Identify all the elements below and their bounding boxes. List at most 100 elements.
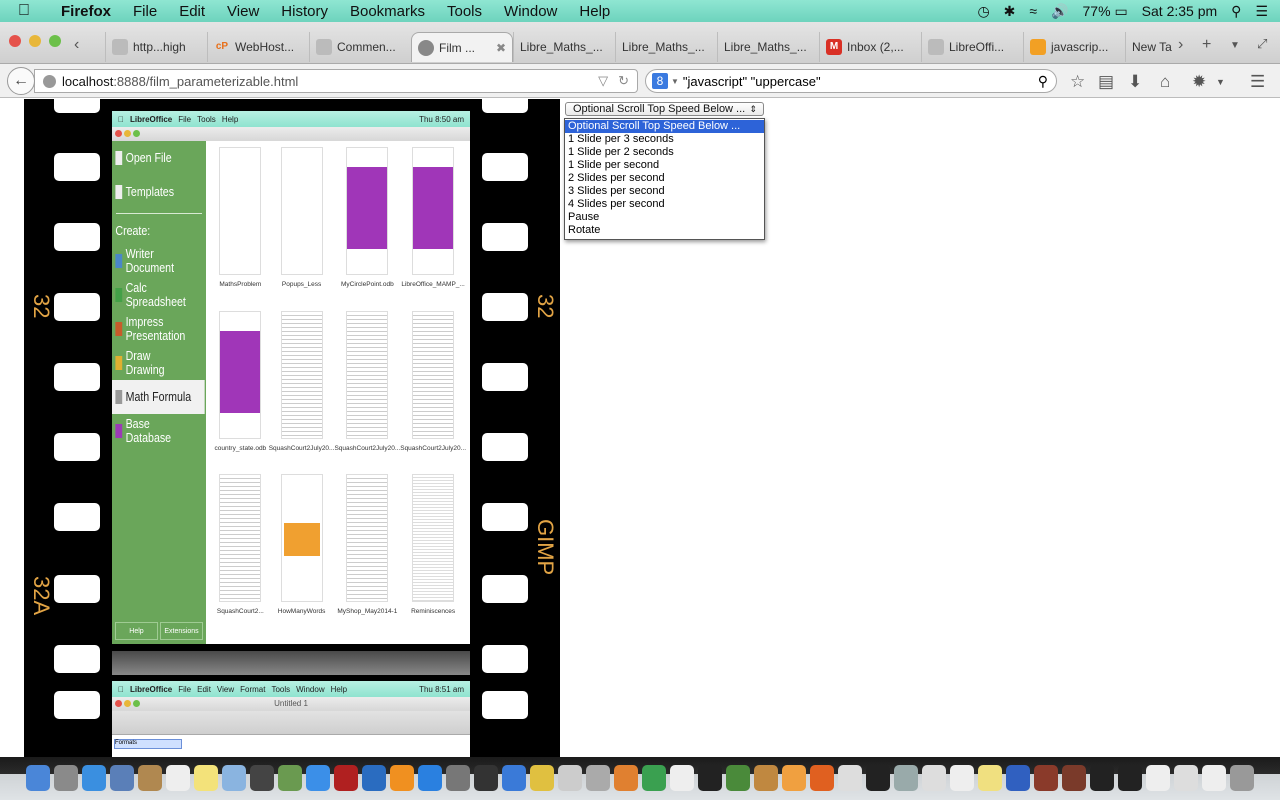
dock-app-icon[interactable] — [82, 765, 106, 791]
spotlight-icon[interactable]: ⚲ — [1231, 3, 1241, 20]
menu-hamburger-icon[interactable]: ☰ — [1250, 72, 1265, 92]
dock-app-icon[interactable] — [726, 765, 750, 791]
tab-libre-maths-1[interactable]: Libre_Maths_... — [513, 32, 615, 62]
dock-app-icon[interactable] — [810, 765, 834, 791]
dock-app-icon[interactable] — [698, 765, 722, 791]
tab-scroll-left-icon[interactable]: ‹ — [74, 36, 79, 54]
back-button[interactable]: ← — [7, 67, 35, 95]
downloads-icon[interactable]: ⬇ — [1128, 72, 1142, 92]
dock-app-icon[interactable] — [614, 765, 638, 791]
clock[interactable]: Sat 2:35 pm — [1142, 3, 1218, 19]
speed-option[interactable]: 1 Slide per 3 seconds — [565, 133, 764, 146]
speed-option[interactable]: Optional Scroll Top Speed Below ... — [565, 120, 764, 133]
dock-app-icon[interactable] — [670, 765, 694, 791]
reload-icon[interactable]: ↻ — [618, 73, 629, 89]
apple-menu-icon[interactable]:  — [18, 2, 38, 20]
dock-app-icon[interactable] — [866, 765, 890, 791]
tab-webhost[interactable]: cP WebHost... — [207, 32, 309, 62]
dock-app-icon[interactable] — [1062, 765, 1086, 791]
google-search-engine-icon[interactable]: 8 — [652, 73, 668, 89]
speed-option[interactable]: 4 Slides per second — [565, 198, 764, 211]
scroll-speed-select[interactable]: Optional Scroll Top Speed Below ... ⇕ — [565, 102, 764, 116]
dock-app-icon[interactable] — [250, 765, 274, 791]
dock-app-icon[interactable] — [446, 765, 470, 791]
dock-app-icon[interactable] — [306, 765, 330, 791]
dock-app-icon[interactable] — [530, 765, 554, 791]
wifi-icon[interactable]: ≈ — [1029, 3, 1037, 19]
dock-app-icon[interactable] — [1118, 765, 1142, 791]
dock-app-icon[interactable] — [138, 765, 162, 791]
minimize-window-button[interactable] — [29, 35, 41, 47]
tab-http-high[interactable]: http...high — [105, 32, 207, 62]
reading-list-icon[interactable]: ▤ — [1098, 72, 1114, 92]
bluetooth-icon[interactable]: ✱ — [1004, 3, 1016, 20]
dock-app-icon[interactable] — [474, 765, 498, 791]
url-bar[interactable]: localhost:8888/film_parameterizable.html… — [34, 69, 638, 93]
dock-app-icon[interactable] — [1230, 765, 1254, 791]
new-tab-icon[interactable]: + — [1202, 36, 1211, 54]
dock-app-icon[interactable] — [838, 765, 862, 791]
fullscreen-icon[interactable]: ⤢ — [1257, 36, 1267, 52]
tab-libreoffice[interactable]: LibreOffi... — [921, 32, 1023, 62]
bookmark-star-icon[interactable]: ☆ — [1070, 72, 1085, 92]
home-icon[interactable]: ⌂ — [1160, 72, 1170, 92]
firebug-icon[interactable]: ✹ — [1192, 72, 1206, 92]
search-input[interactable]: "javascript" "uppercase" — [683, 74, 821, 89]
tab-libre-maths-3[interactable]: Libre_Maths_... — [717, 32, 819, 62]
tab-inbox[interactable]: M Inbox (2,... — [819, 32, 921, 62]
tab-new-tab[interactable]: New Ta — [1125, 32, 1183, 62]
engine-dropdown-icon[interactable]: ▼ — [671, 77, 679, 86]
close-window-button[interactable] — [9, 35, 21, 47]
dock-app-icon[interactable] — [26, 765, 50, 791]
dock-app-icon[interactable] — [642, 765, 666, 791]
dock-app-icon[interactable] — [558, 765, 582, 791]
firebug-dropdown-icon[interactable]: ▼ — [1216, 77, 1225, 87]
dock-app-icon[interactable] — [362, 765, 386, 791]
menu-file[interactable]: File — [133, 3, 157, 20]
speed-option[interactable]: Rotate — [565, 224, 764, 237]
menu-window[interactable]: Window — [504, 3, 557, 20]
dock-app-icon[interactable] — [950, 765, 974, 791]
dock-app-icon[interactable] — [978, 765, 1002, 791]
dock-app-icon[interactable] — [1146, 765, 1170, 791]
speed-option[interactable]: 1 Slide per second — [565, 159, 764, 172]
dock-app-icon[interactable] — [1034, 765, 1058, 791]
dock-app-icon[interactable] — [194, 765, 218, 791]
menu-tools[interactable]: Tools — [447, 3, 482, 20]
dock-app-icon[interactable] — [110, 765, 134, 791]
dock-app-icon[interactable] — [1006, 765, 1030, 791]
dock-app-icon[interactable] — [782, 765, 806, 791]
volume-icon[interactable]: 🔊 — [1051, 3, 1068, 20]
close-tab-icon[interactable]: ✖ — [496, 41, 506, 55]
menu-view[interactable]: View — [227, 3, 259, 20]
dock-app-icon[interactable] — [922, 765, 946, 791]
dock-app-icon[interactable] — [1202, 765, 1226, 791]
search-icon[interactable]: ⚲ — [1038, 73, 1048, 90]
dock-app-icon[interactable] — [1174, 765, 1198, 791]
tab-javascript[interactable]: javascrip... — [1023, 32, 1125, 62]
speed-option[interactable]: Pause — [565, 211, 764, 224]
dock-app-icon[interactable] — [754, 765, 778, 791]
speed-option[interactable]: 3 Slides per second — [565, 185, 764, 198]
tab-scroll-right-icon[interactable]: › — [1178, 36, 1183, 54]
speed-option[interactable]: 1 Slide per 2 seconds — [565, 146, 764, 159]
dock-app-icon[interactable] — [166, 765, 190, 791]
tab-list-icon[interactable]: ▼ — [1230, 40, 1240, 51]
dock-app-icon[interactable] — [334, 765, 358, 791]
dock-app-icon[interactable] — [278, 765, 302, 791]
dock-app-icon[interactable] — [222, 765, 246, 791]
site-identity-icon[interactable] — [43, 74, 56, 88]
menu-app-name[interactable]: Firefox — [61, 3, 111, 20]
time-machine-icon[interactable]: ◷ — [977, 3, 989, 20]
notification-center-icon[interactable]: ☰ — [1255, 3, 1268, 20]
history-dropdown-icon[interactable]: ▽ — [598, 73, 608, 89]
menu-history[interactable]: History — [281, 3, 328, 20]
dock-app-icon[interactable] — [1090, 765, 1114, 791]
zoom-window-button[interactable] — [49, 35, 61, 47]
dock-app-icon[interactable] — [390, 765, 414, 791]
menu-help[interactable]: Help — [579, 3, 610, 20]
dock-app-icon[interactable] — [54, 765, 78, 791]
tab-comments[interactable]: Commen... — [309, 32, 411, 62]
dock-app-icon[interactable] — [586, 765, 610, 791]
menu-bookmarks[interactable]: Bookmarks — [350, 3, 425, 20]
